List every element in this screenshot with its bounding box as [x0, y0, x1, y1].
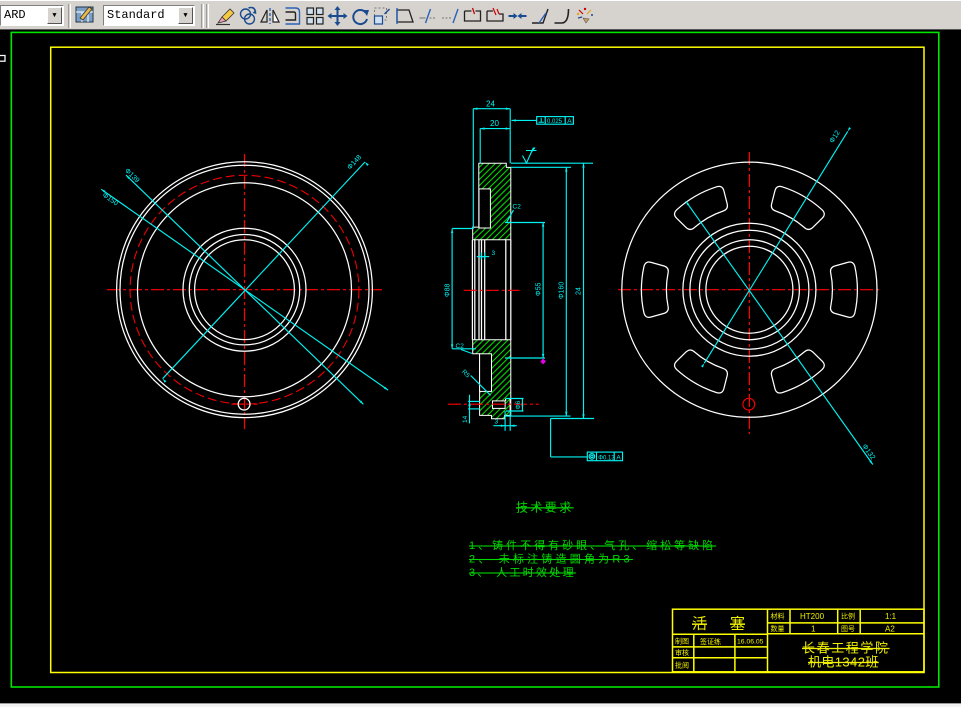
svg-text:HT200: HT200	[800, 612, 825, 621]
svg-text:3: 3	[492, 250, 496, 257]
svg-text:技术要求: 技术要求	[516, 501, 574, 515]
svg-text:长春工程学院: 长春工程学院	[802, 641, 890, 656]
svg-text:0.025: 0.025	[547, 119, 563, 125]
svg-text:C2: C2	[456, 343, 465, 350]
svg-text:24: 24	[576, 287, 583, 295]
svg-text:20: 20	[490, 119, 499, 128]
svg-text:制图: 制图	[675, 637, 689, 646]
svg-text:Φ55: Φ55	[536, 283, 543, 296]
svg-text:24: 24	[486, 100, 495, 109]
svg-text:16.06.05: 16.06.05	[737, 639, 764, 646]
svg-text:签证练: 签证练	[700, 637, 721, 646]
svg-text:塞: 塞	[730, 615, 745, 633]
svg-text:A: A	[567, 118, 572, 125]
svg-text:A2: A2	[885, 625, 895, 634]
svg-text:Φ6: Φ6	[515, 400, 522, 409]
svg-text:Φ88: Φ88	[444, 284, 451, 297]
svg-text:图号: 图号	[841, 625, 855, 633]
svg-text:数量: 数量	[771, 624, 785, 633]
svg-text:审核: 审核	[675, 648, 689, 657]
svg-text:C2: C2	[513, 204, 522, 211]
svg-text:材料: 材料	[771, 612, 785, 621]
svg-text:3、 人工时效处理: 3、 人工时效处理	[469, 565, 576, 579]
svg-text:14: 14	[462, 415, 469, 423]
svg-text:Φ0.13: Φ0.13	[598, 455, 615, 461]
svg-text:A: A	[616, 454, 621, 461]
svg-text:比例: 比例	[841, 612, 855, 621]
svg-text:Φ160: Φ160	[559, 282, 566, 299]
svg-text:机电1342班: 机电1342班	[808, 655, 879, 670]
svg-text:1: 1	[811, 625, 816, 634]
svg-text:1:1: 1:1	[885, 612, 897, 621]
svg-text:2、 未标注铸造圆角为R3: 2、 未标注铸造圆角为R3	[469, 552, 633, 566]
svg-text:1、铸件不得有砂眼、气孔、缩松等缺陷: 1、铸件不得有砂眼、气孔、缩松等缺陷	[469, 538, 716, 552]
svg-text:批阅: 批阅	[675, 661, 689, 670]
svg-text:活: 活	[692, 616, 707, 633]
svg-text:3: 3	[495, 419, 499, 426]
